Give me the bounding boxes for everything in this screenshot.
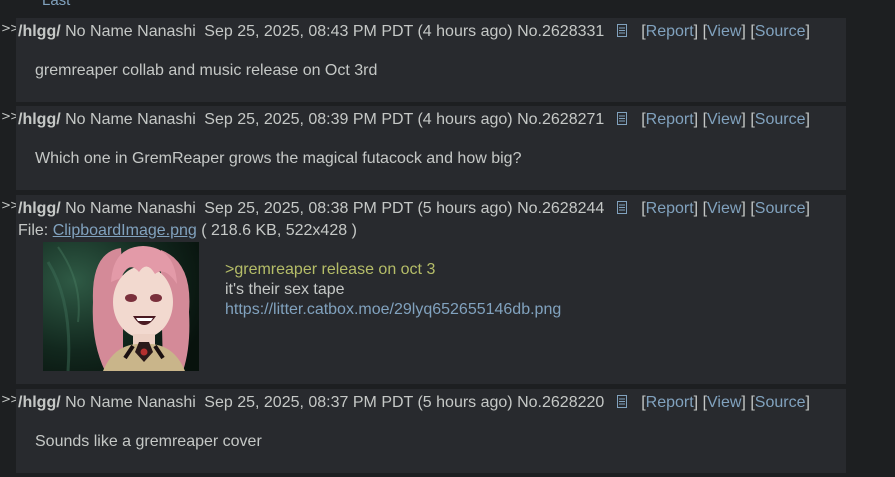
post-date: Sep 25, 2025, 08:43 PM PDT (4 hours ago) [204,23,513,40]
file-info: File: ClipboardImage.png ( 218.6 KB, 522… [18,221,357,241]
bracket: ] [741,23,746,40]
report-link[interactable]: Report [646,200,694,217]
bracket: ] [741,111,746,128]
copy-document-icon[interactable] [616,200,627,214]
copy-document-icon[interactable] [616,111,627,125]
copy-document-icon[interactable] [616,394,627,408]
bracket: ] [805,23,810,40]
file-name-link[interactable]: ClipboardImage.png [53,222,197,239]
post-header: /hlgg/ No Name Nanashi Sep 25, 2025, 08:… [18,199,810,219]
poster-name: No Name Nanashi [65,200,196,217]
view-link[interactable]: View [707,111,741,128]
view-link[interactable]: View [707,23,741,40]
greentext-line: >gremreaper release on oct 3 [225,261,436,278]
view-link[interactable]: View [707,200,741,217]
board-name: /hlgg/ [18,23,61,40]
bracket: ] [693,200,699,217]
source-link[interactable]: Source [755,111,806,128]
post-body: Sounds like a gremreaper cover [35,433,262,450]
board-name: /hlgg/ [18,200,61,217]
bracket: ] [805,394,810,411]
file-prefix: File: [18,222,49,239]
report-link[interactable]: Report [646,111,694,128]
post-body: gremreaper collab and music release on O… [35,62,378,79]
bracket: ] [741,200,746,217]
file-meta: ( 218.6 KB, 522x428 ) [201,222,357,239]
view-link[interactable]: View [707,394,741,411]
post-header: /hlgg/ No Name Nanashi Sep 25, 2025, 08:… [18,110,810,130]
post-number-link[interactable]: No.2628331 [517,23,604,40]
bracket: ] [693,23,699,40]
post-date: Sep 25, 2025, 08:37 PM PDT (5 hours ago) [204,394,513,411]
last-page-link[interactable]: Last [42,0,70,9]
source-link[interactable]: Source [755,394,806,411]
post-date: Sep 25, 2025, 08:39 PM PDT (4 hours ago) [204,111,513,128]
board-name: /hlgg/ [18,394,61,411]
catbox-link[interactable]: https://litter.catbox.moe/29lyq652655146… [225,301,561,318]
body-line: it's their sex tape [225,281,345,298]
post-header: /hlgg/ No Name Nanashi Sep 25, 2025, 08:… [18,393,810,413]
bracket: ] [741,394,746,411]
post-date: Sep 25, 2025, 08:38 PM PDT (5 hours ago) [204,200,513,217]
post: /hlgg/ No Name Nanashi Sep 25, 2025, 08:… [16,389,846,473]
post: /hlgg/ No Name Nanashi Sep 25, 2025, 08:… [16,106,846,190]
report-link[interactable]: Report [646,23,694,40]
board-name: /hlgg/ [18,111,61,128]
post-header: /hlgg/ No Name Nanashi Sep 25, 2025, 08:… [18,22,810,42]
source-link[interactable]: Source [755,23,806,40]
post-number-link[interactable]: No.2628271 [517,111,604,128]
report-link[interactable]: Report [646,394,694,411]
post: /hlgg/ No Name Nanashi Sep 25, 2025, 08:… [16,18,846,102]
bracket: ] [693,111,699,128]
bracket: ] [805,111,810,128]
post-body: >gremreaper release on oct 3 it's their … [225,260,561,320]
post-number-link[interactable]: No.2628244 [517,200,604,217]
post-number-link[interactable]: No.2628220 [517,394,604,411]
poster-name: No Name Nanashi [65,23,196,40]
poster-name: No Name Nanashi [65,111,196,128]
bracket: ] [805,200,810,217]
copy-document-icon[interactable] [616,23,627,37]
post-thumbnail[interactable] [43,242,199,371]
poster-name: No Name Nanashi [65,394,196,411]
source-link[interactable]: Source [755,200,806,217]
bracket: ] [693,394,699,411]
post-body: Which one in GremReaper grows the magica… [35,150,522,167]
post: /hlgg/ No Name Nanashi Sep 25, 2025, 08:… [16,195,846,384]
